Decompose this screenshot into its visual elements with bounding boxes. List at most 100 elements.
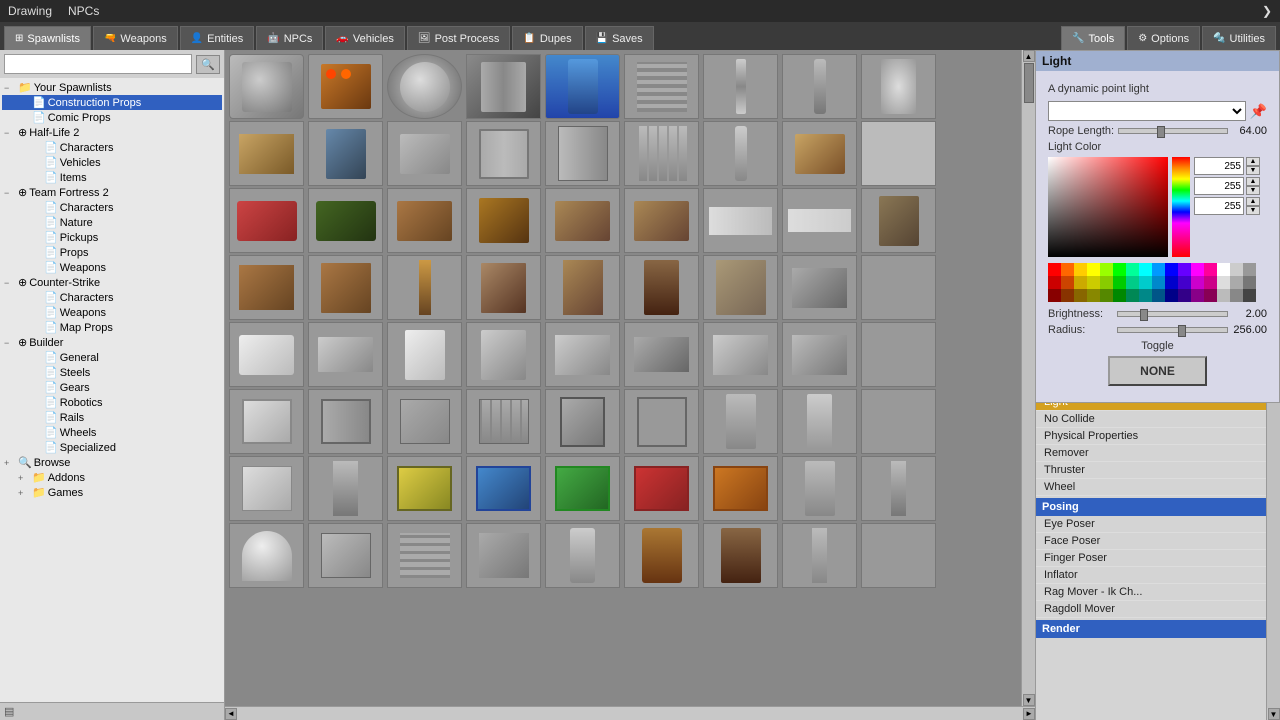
color-swatch[interactable] <box>1178 276 1191 289</box>
grid-item[interactable] <box>545 188 620 253</box>
grid-item[interactable] <box>861 121 936 186</box>
tab-options[interactable]: ⚙ Options <box>1127 26 1200 50</box>
rgb-b-down[interactable]: ▼ <box>1246 206 1260 215</box>
color-swatch[interactable] <box>1191 263 1204 276</box>
color-swatch[interactable] <box>1217 289 1230 302</box>
tree-item-half-life-2[interactable]: − ⊕ Half-Life 2 <box>2 125 222 140</box>
color-swatch[interactable] <box>1217 276 1230 289</box>
grid-item[interactable] <box>229 389 304 454</box>
grid-item[interactable] <box>624 523 699 588</box>
grid-item[interactable] <box>466 54 541 119</box>
color-swatch[interactable] <box>1048 289 1061 302</box>
tree-item-team-fortress-2[interactable]: − ⊕ Team Fortress 2 <box>2 185 222 200</box>
grid-item[interactable] <box>308 456 383 521</box>
construction-no-collide[interactable]: No Collide <box>1036 411 1280 428</box>
color-swatch[interactable] <box>1061 263 1074 276</box>
tree-item-tf2-weapons[interactable]: 📄 Weapons <box>2 260 222 275</box>
rgb-g-input[interactable] <box>1194 177 1244 195</box>
grid-item[interactable] <box>624 54 699 119</box>
grid-item[interactable] <box>466 255 541 320</box>
grid-item[interactable] <box>229 456 304 521</box>
grid-item[interactable] <box>466 456 541 521</box>
color-swatch[interactable] <box>1113 263 1126 276</box>
grid-item[interactable] <box>703 322 778 387</box>
grid-item[interactable] <box>545 322 620 387</box>
rope-length-thumb[interactable] <box>1157 126 1165 138</box>
grid-item[interactable] <box>703 188 778 253</box>
grid-item[interactable] <box>782 322 857 387</box>
grid-item[interactable] <box>624 322 699 387</box>
grid-item[interactable] <box>466 389 541 454</box>
grid-item[interactable] <box>624 389 699 454</box>
color-swatch[interactable] <box>1139 263 1152 276</box>
light-pin-icon[interactable]: 📌 <box>1250 103 1267 120</box>
grid-item[interactable] <box>466 523 541 588</box>
tree-item-comic-props[interactable]: 📄 Comic Props <box>2 110 222 125</box>
tree-item-browse[interactable]: + 🔍 Browse <box>2 455 222 470</box>
color-swatch[interactable] <box>1165 263 1178 276</box>
tree-item-counter-strike[interactable]: − ⊕ Counter-Strike <box>2 275 222 290</box>
tab-spawnlists[interactable]: ⊞ Spawnlists <box>4 26 91 50</box>
color-swatch[interactable] <box>1191 276 1204 289</box>
color-swatch[interactable] <box>1074 276 1087 289</box>
color-swatch[interactable] <box>1204 263 1217 276</box>
grid-item[interactable] <box>545 54 620 119</box>
grid-item[interactable] <box>782 523 857 588</box>
scroll-down-button[interactable]: ▼ <box>1023 694 1035 706</box>
grid-item[interactable] <box>703 54 778 119</box>
grid-item[interactable] <box>782 54 857 119</box>
grid-item[interactable] <box>703 389 778 454</box>
color-swatch[interactable] <box>1230 263 1243 276</box>
construction-wheel[interactable]: Wheel <box>1036 479 1280 496</box>
grid-item[interactable] <box>545 255 620 320</box>
grid-item[interactable] <box>387 121 462 186</box>
tab-tools[interactable]: 🔧 Tools <box>1061 26 1125 50</box>
grid-item[interactable] <box>624 456 699 521</box>
rgb-b-up[interactable]: ▲ <box>1246 197 1260 206</box>
tree-item-builder-robotics[interactable]: 📄 Robotics <box>2 395 222 410</box>
rope-length-slider[interactable] <box>1118 128 1228 134</box>
color-swatch[interactable] <box>1126 289 1139 302</box>
tree-item-tf2-nature[interactable]: 📄 Nature <box>2 215 222 230</box>
grid-item[interactable] <box>229 322 304 387</box>
brightness-thumb[interactable] <box>1140 309 1148 321</box>
radius-slider[interactable] <box>1117 327 1228 333</box>
grid-item[interactable] <box>861 322 936 387</box>
scroll-left-button[interactable]: ◄ <box>225 708 237 720</box>
grid-item[interactable] <box>229 54 304 119</box>
color-swatch[interactable] <box>1074 263 1087 276</box>
grid-item[interactable] <box>861 389 936 454</box>
tree-item-builder-specialized[interactable]: 📄 Specialized <box>2 440 222 455</box>
color-swatch[interactable] <box>1152 263 1165 276</box>
grid-item[interactable] <box>703 456 778 521</box>
grid-item[interactable] <box>861 188 936 253</box>
grid-item[interactable] <box>308 322 383 387</box>
search-button[interactable]: 🔍 <box>196 55 220 74</box>
color-swatch[interactable] <box>1191 289 1204 302</box>
tree-item-construction-props[interactable]: 📄 Construction Props <box>2 95 222 110</box>
grid-item[interactable] <box>466 121 541 186</box>
color-swatch[interactable] <box>1074 289 1087 302</box>
color-swatch[interactable] <box>1087 263 1100 276</box>
color-swatch[interactable] <box>1126 276 1139 289</box>
tree-item-builder-wheels[interactable]: 📄 Wheels <box>2 425 222 440</box>
grid-item[interactable] <box>387 322 462 387</box>
rgb-r-up[interactable]: ▲ <box>1246 157 1260 166</box>
grid-item[interactable] <box>861 456 936 521</box>
radius-thumb[interactable] <box>1178 325 1186 337</box>
color-swatch[interactable] <box>1217 263 1230 276</box>
color-swatch[interactable] <box>1165 276 1178 289</box>
rgb-r-input[interactable] <box>1194 157 1244 175</box>
color-swatch[interactable] <box>1178 289 1191 302</box>
grid-item[interactable] <box>229 523 304 588</box>
color-swatch[interactable] <box>1061 289 1074 302</box>
posing-face-poser[interactable]: Face Poser <box>1036 533 1280 550</box>
tab-saves[interactable]: 💾 Saves <box>585 26 654 50</box>
grid-item[interactable] <box>387 456 462 521</box>
grid-item[interactable] <box>703 121 778 186</box>
rgb-g-up[interactable]: ▲ <box>1246 177 1260 186</box>
grid-item[interactable] <box>545 121 620 186</box>
grid-item[interactable] <box>782 389 857 454</box>
grid-item[interactable] <box>387 54 462 119</box>
grid-item[interactable] <box>387 523 462 588</box>
